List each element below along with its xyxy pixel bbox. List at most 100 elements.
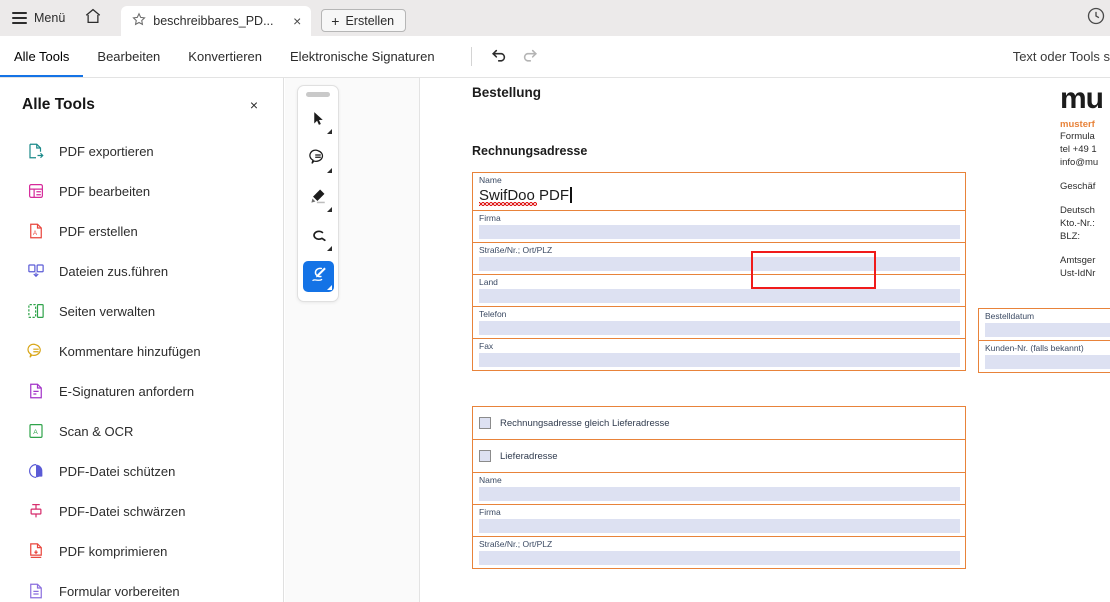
document-viewer: Bestellung Rechnungsadresse mu musterf F…	[285, 78, 1110, 602]
signature-pen-icon	[309, 265, 328, 289]
sidebar-item-11[interactable]: PDF komprimieren	[0, 531, 283, 571]
clock-icon[interactable]	[1086, 6, 1110, 31]
signature-tool[interactable]	[302, 261, 334, 292]
shipping-address-fieldset: Rechnungsadresse gleich Lieferadresse Lie…	[472, 406, 966, 569]
shipping-field-row[interactable]: Name	[473, 473, 965, 505]
company-brand: musterf	[1060, 119, 1095, 130]
create-pdf-icon: A	[26, 222, 45, 241]
form-field-input[interactable]	[479, 487, 960, 501]
sidebar-item-5[interactable]: Seiten verwalten	[0, 291, 283, 331]
sidebar-item-3[interactable]: A PDF erstellen	[0, 211, 283, 251]
form-field-row[interactable]: Straße/Nr.; Ort/PLZ	[473, 243, 965, 275]
checkbox-label: Lieferadresse	[500, 450, 558, 462]
prepare-form-icon	[26, 582, 45, 601]
svg-text:A: A	[33, 429, 38, 436]
sidebar-item-1[interactable]: PDF exportieren	[0, 131, 283, 171]
checkbox-row[interactable]: Rechnungsadresse gleich Lieferadresse	[473, 407, 965, 440]
tab-bearbeiten[interactable]: Bearbeiten	[83, 36, 174, 77]
application-window: Menü beschreibbares_PD... × + Erstellen	[0, 0, 1110, 602]
star-icon[interactable]	[132, 12, 146, 31]
toolbar-divider	[470, 47, 472, 66]
title-bar: Menü beschreibbares_PD... × + Erstellen	[0, 0, 1110, 36]
form-field-label: Kunden-Nr. (falls bekannt)	[985, 343, 1084, 353]
letterhead-spacer	[1060, 193, 1110, 204]
text-caret	[570, 187, 572, 203]
redo-icon	[520, 45, 539, 69]
organize-pages-icon	[26, 302, 45, 321]
export-pdf-icon	[26, 142, 45, 161]
form-field-input[interactable]	[985, 323, 1110, 337]
letterhead-line: Kto.-Nr.:	[1060, 218, 1095, 229]
sidebar-item-label: PDF-Datei schwärzen	[59, 503, 186, 519]
home-button[interactable]	[75, 0, 111, 36]
sidebar-item-2[interactable]: PDF bearbeiten	[0, 171, 283, 211]
checkbox-row[interactable]: Lieferadresse	[473, 440, 965, 473]
checkbox-input[interactable]	[479, 417, 491, 429]
floating-tool-strip	[297, 85, 339, 302]
tab-alle-tools[interactable]: Alle Tools	[0, 36, 84, 77]
form-field-row[interactable]: Fax	[473, 339, 965, 370]
sidebar-item-label: PDF bearbeiten	[59, 183, 151, 199]
search-tools-field[interactable]: Text oder Tools s	[1013, 36, 1110, 77]
letterhead-line: Ust-IdNr	[1060, 268, 1096, 279]
form-field-row[interactable]: Telefon	[473, 307, 965, 339]
form-field-input[interactable]	[479, 551, 960, 565]
form-field-input[interactable]	[985, 355, 1110, 369]
highlight-tool[interactable]	[303, 183, 334, 214]
spellcheck-underline	[479, 202, 537, 206]
sidebar-item-4[interactable]: Dateien zus.führen	[0, 251, 283, 291]
plus-icon: +	[331, 12, 340, 29]
letterhead-spacer	[1060, 243, 1110, 254]
form-field-input[interactable]	[479, 225, 960, 239]
form-field-input[interactable]	[479, 321, 960, 335]
order-field-row[interactable]: Bestelldatum	[979, 309, 1110, 341]
tab-elektronische-signaturen[interactable]: Elektronische Signaturen	[276, 36, 449, 77]
form-field-row[interactable]: Firma	[473, 211, 965, 243]
sidebar-title: Alle Tools	[22, 96, 95, 113]
close-tab-button[interactable]: ×	[291, 14, 303, 28]
form-field-input[interactable]	[479, 353, 960, 367]
form-field-label: Name	[479, 175, 502, 185]
billing-name-field-row[interactable]: Name SwifDoo PDF	[473, 173, 965, 211]
checkbox-input[interactable]	[479, 450, 491, 462]
shipping-field-row[interactable]: Straße/Nr.; Ort/PLZ	[473, 537, 965, 568]
form-field-input[interactable]	[479, 519, 960, 533]
close-sidebar-button[interactable]: ×	[245, 95, 263, 115]
sidebar-item-10[interactable]: PDF-Datei schwärzen	[0, 491, 283, 531]
form-field-row[interactable]: Land	[473, 275, 965, 307]
comment-tool[interactable]	[303, 144, 334, 175]
sidebar-item-8[interactable]: A Scan & OCR	[0, 411, 283, 451]
sidebar-item-6[interactable]: Kommentare hinzufügen	[0, 331, 283, 371]
order-field-row[interactable]: Kunden-Nr. (falls bekannt)	[979, 341, 1110, 372]
form-field-input[interactable]	[479, 289, 960, 303]
redo-button[interactable]	[515, 42, 545, 72]
protect-pdf-icon	[26, 462, 45, 481]
sidebar-item-9[interactable]: PDF-Datei schützen	[0, 451, 283, 491]
sidebar-item-label: Scan & OCR	[59, 423, 134, 439]
comment-bubble-icon	[309, 148, 327, 171]
menu-button[interactable]: Menü	[0, 0, 75, 36]
document-tab[interactable]: beschreibbares_PD... ×	[121, 6, 312, 36]
drag-handle-icon[interactable]	[306, 92, 330, 97]
sidebar-item-label: PDF-Datei schützen	[59, 463, 176, 479]
sidebar-item-12[interactable]: Formular vorbereiten	[0, 571, 283, 602]
tab-konvertieren[interactable]: Konvertieren	[174, 36, 276, 77]
letterhead-spacer	[1060, 169, 1110, 180]
select-cursor-icon	[310, 110, 327, 132]
select-cursor-tool[interactable]	[303, 105, 334, 136]
draw-tool[interactable]	[303, 222, 334, 253]
sidebar-item-7[interactable]: E-Signaturen anfordern	[0, 371, 283, 411]
letterhead-line: Deutsch	[1060, 205, 1095, 216]
form-field-label: Bestelldatum	[985, 311, 1035, 321]
form-field-input[interactable]: SwifDoo PDF	[479, 187, 960, 207]
create-button[interactable]: + Erstellen	[321, 9, 407, 32]
sidebar-item-label: PDF komprimieren	[59, 543, 168, 559]
sidebar-item-list: PDF exportieren PDF bearbeiten A PDF erstel…	[0, 127, 283, 602]
undo-icon	[490, 45, 509, 69]
form-field-label: Firma	[479, 213, 501, 223]
form-field-label: Name	[479, 475, 502, 485]
undo-button[interactable]	[485, 42, 515, 72]
shipping-field-row[interactable]: Firma	[473, 505, 965, 537]
chevron-down-icon	[326, 129, 332, 134]
form-field-input[interactable]	[479, 257, 960, 271]
